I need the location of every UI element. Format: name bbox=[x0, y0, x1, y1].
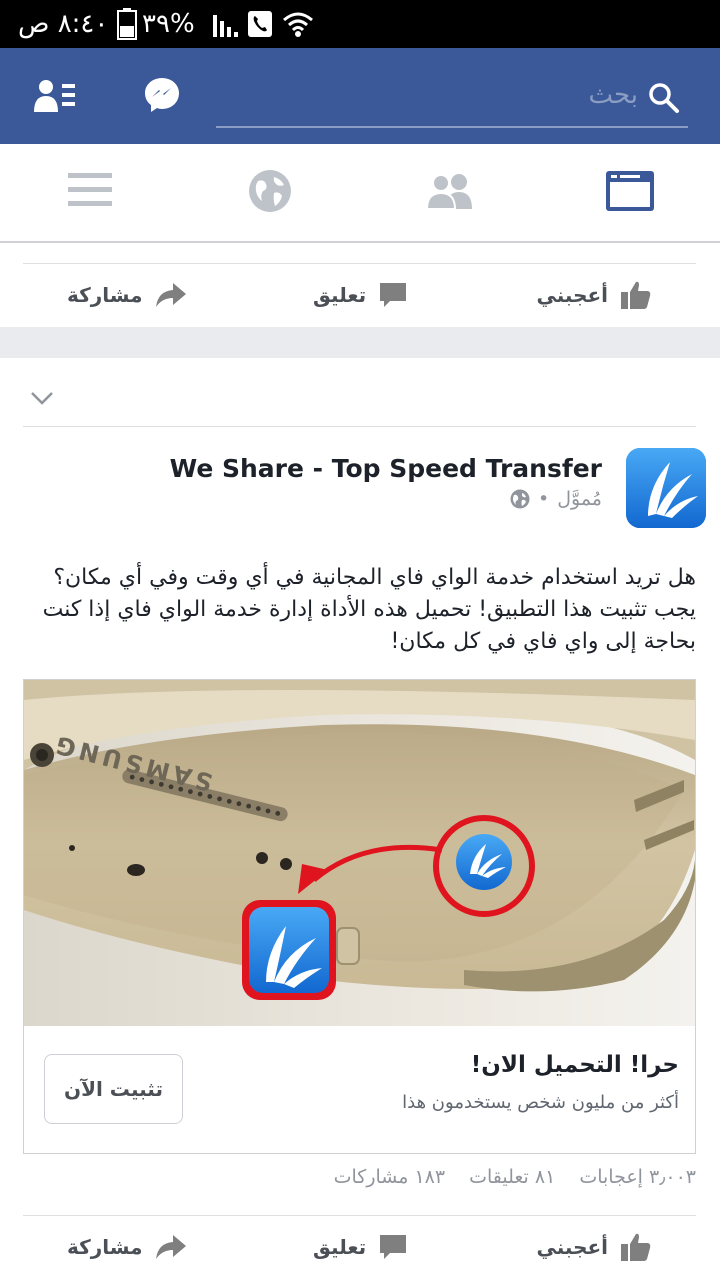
post-options-chevron-icon[interactable] bbox=[30, 390, 54, 406]
share-label: مشاركة bbox=[67, 283, 143, 307]
reactions-count[interactable]: ٣٫٠٠٣ إعجابات bbox=[579, 1166, 696, 1188]
tab-bar bbox=[0, 144, 720, 243]
status-bar: ٣٩% ٨:٤٠ ص bbox=[0, 0, 720, 48]
globe-icon bbox=[510, 489, 530, 509]
tab-menu[interactable] bbox=[68, 171, 112, 209]
feed-separator bbox=[0, 327, 720, 358]
comment-icon bbox=[378, 1233, 408, 1261]
like-label: أعجبني bbox=[536, 283, 609, 307]
like-label: أعجبني bbox=[536, 1235, 609, 1259]
battery-percent: ٣٩% bbox=[142, 9, 195, 39]
cta-subtitle: أكثر من مليون شخص يستخدمون هذا bbox=[402, 1092, 679, 1113]
like-icon bbox=[620, 279, 652, 311]
comment-label: تعليق bbox=[313, 283, 367, 307]
shares-count[interactable]: ١٨٣ مشاركات bbox=[334, 1166, 445, 1188]
post-action-bar: أعجبني تعليق مشاركة bbox=[23, 1216, 696, 1278]
comments-count[interactable]: ٨١ تعليقات bbox=[469, 1166, 555, 1188]
clock: ٨:٤٠ ص bbox=[18, 9, 109, 39]
share-label: مشاركة bbox=[67, 1235, 143, 1259]
ad-image[interactable]: SAMSUNG bbox=[24, 680, 695, 1026]
search-input[interactable] bbox=[226, 74, 640, 116]
comment-icon bbox=[378, 281, 408, 309]
comment-button[interactable]: تعليق bbox=[313, 1216, 408, 1278]
share-icon bbox=[155, 281, 187, 309]
messenger-icon[interactable] bbox=[143, 76, 181, 114]
comment-label: تعليق bbox=[313, 1235, 367, 1259]
comment-button[interactable]: تعليق bbox=[313, 264, 408, 326]
like-button[interactable]: أعجبني bbox=[537, 1216, 653, 1278]
tab-news-feed-icon[interactable] bbox=[606, 171, 654, 211]
meta-separator: • bbox=[537, 488, 550, 510]
page-name[interactable]: We Share - Top Speed Transfer bbox=[170, 454, 602, 483]
battery-icon bbox=[117, 8, 137, 40]
friend-requests-icon[interactable] bbox=[34, 78, 76, 114]
tab-notifications-globe-icon[interactable] bbox=[248, 169, 292, 213]
signal-icon bbox=[212, 11, 240, 37]
top-bar bbox=[0, 48, 720, 144]
tab-friends-icon[interactable] bbox=[425, 171, 474, 211]
divider bbox=[23, 426, 696, 427]
search-icon[interactable] bbox=[648, 82, 680, 114]
share-button[interactable]: مشاركة bbox=[67, 1216, 187, 1278]
ad-card-footer: حرا! التحميل الان! أكثر من مليون شخص يست… bbox=[24, 1026, 695, 1153]
share-icon bbox=[155, 1233, 187, 1261]
sponsored-label[interactable]: مُموَّل bbox=[557, 488, 602, 510]
share-button[interactable]: مشاركة bbox=[67, 264, 187, 326]
page-avatar[interactable] bbox=[626, 448, 706, 528]
wifi-icon bbox=[282, 10, 314, 38]
cta-title: حرا! التحميل الان! bbox=[470, 1052, 679, 1078]
like-icon bbox=[620, 1231, 652, 1263]
ad-card[interactable]: SAMSUNG حرا! التحميل الان! أكثر من مليون… bbox=[23, 679, 696, 1154]
previous-post-action-bar: أعجبني تعليق مشاركة bbox=[23, 264, 696, 326]
post-meta: مُموَّل • bbox=[510, 488, 602, 510]
install-now-button[interactable]: تثبيت الآن bbox=[44, 1054, 183, 1124]
post-stats: ٣٫٠٠٣ إعجابات ٨١ تعليقات ١٨٣ مشاركات bbox=[334, 1166, 696, 1188]
search-underline bbox=[216, 126, 688, 128]
like-button[interactable]: أعجبني bbox=[537, 264, 653, 326]
call-icon bbox=[248, 11, 272, 37]
post-text: هل تريد استخدام خدمة الواي فاي المجانية … bbox=[42, 565, 696, 654]
